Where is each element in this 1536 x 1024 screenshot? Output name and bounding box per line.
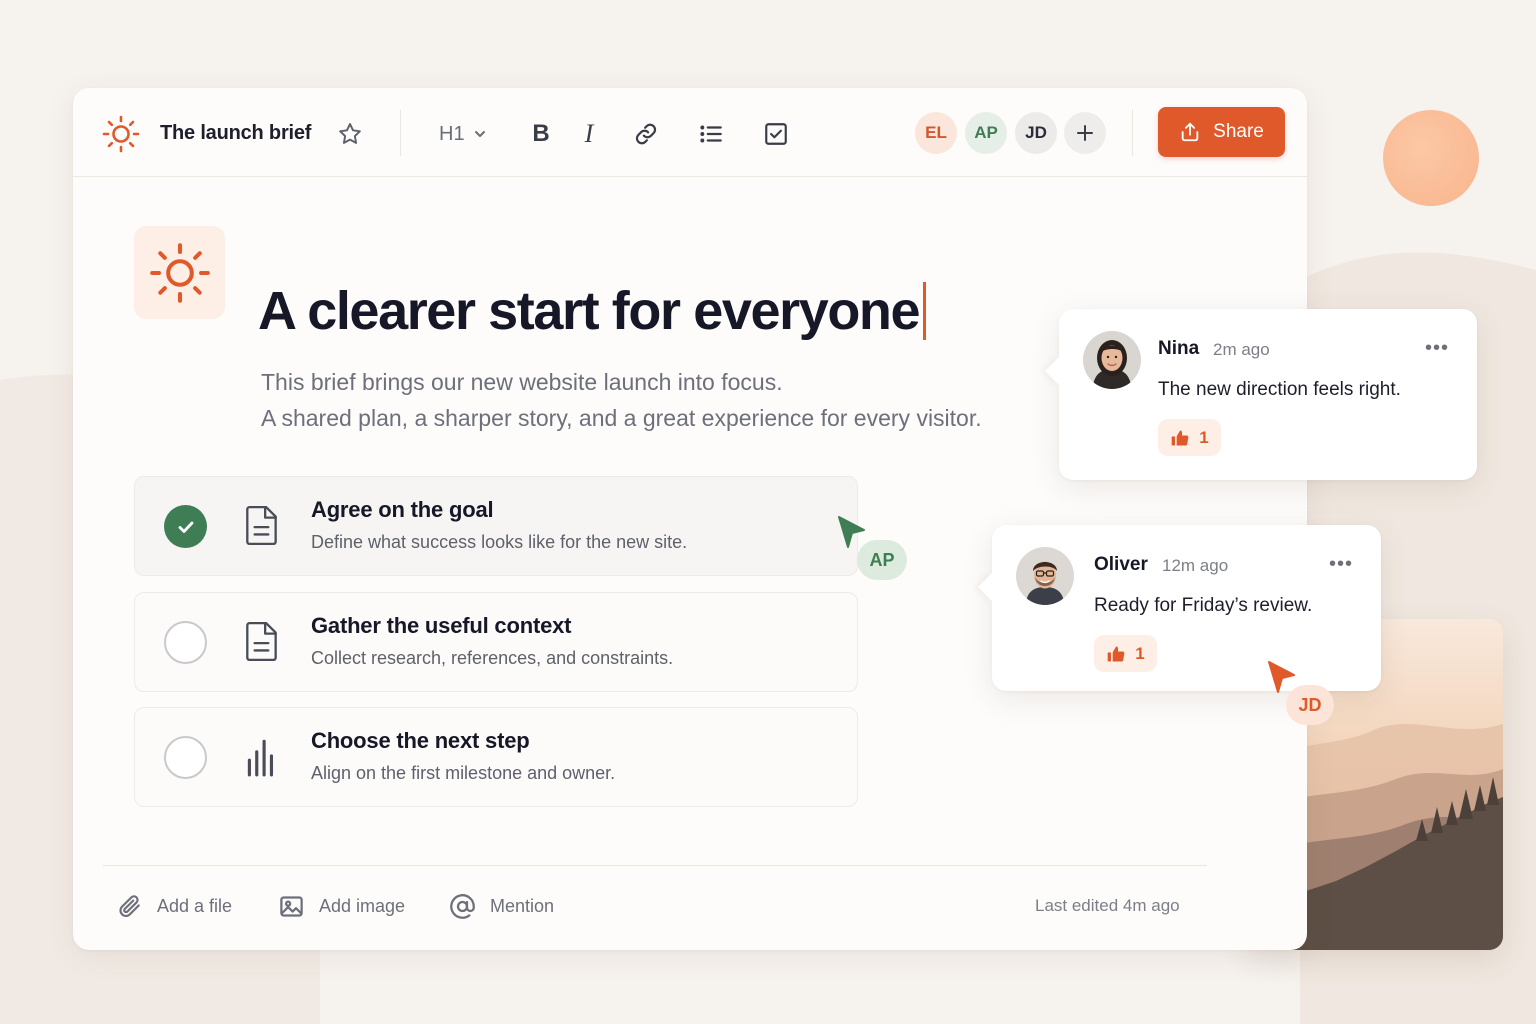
like-reaction-button[interactable]: 1: [1158, 419, 1221, 456]
task-description: Align on the first milestone and owner.: [311, 763, 616, 783]
task-item[interactable]: Choose the next step Align on the first …: [134, 707, 858, 807]
task-title: Agree on the goal: [311, 497, 494, 522]
page-title-text: A clearer start for everyone: [258, 281, 921, 341]
collaborator-avatar-el[interactable]: EL: [915, 112, 957, 154]
subtitle-line: A shared plan, a sharper story, and a gr…: [261, 405, 982, 431]
heading-level-select[interactable]: H1: [439, 117, 487, 151]
last-edited-status: Last edited 4m ago: [1035, 896, 1180, 915]
avatar: [1016, 547, 1074, 605]
add-image-button[interactable]: Add image: [278, 888, 405, 924]
document-icon: [246, 621, 277, 662]
task-checkbox-checked[interactable]: [164, 505, 207, 548]
like-reaction-button[interactable]: 1: [1094, 635, 1157, 672]
collaborator-avatar-ap[interactable]: AP: [965, 112, 1007, 154]
plus-icon: [1077, 125, 1093, 141]
comment-author: Nina: [1158, 338, 1200, 359]
document-icon: [246, 505, 277, 546]
document-card: The launch brief H1 B I EL AP JD Share A…: [73, 88, 1307, 950]
collaborator-avatar-jd[interactable]: JD: [1015, 112, 1057, 154]
paperclip-icon: [119, 895, 140, 917]
share-icon: [1181, 122, 1199, 142]
text-caret: [923, 282, 927, 340]
checkbox-icon[interactable]: [760, 118, 792, 150]
comment-card[interactable]: Nina 2m ago ••• The new direction feels …: [1059, 309, 1477, 480]
more-options-icon[interactable]: •••: [1329, 553, 1353, 576]
page-icon[interactable]: [134, 226, 225, 319]
bar-chart-icon: [247, 739, 274, 777]
toolbar: The launch brief H1 B I EL AP JD Share: [73, 88, 1307, 177]
star-icon[interactable]: [335, 119, 365, 149]
thumbs-up-icon: [1171, 430, 1189, 446]
task-checkbox[interactable]: [164, 621, 207, 664]
comment-author: Oliver: [1094, 554, 1148, 575]
at-sign-icon: [450, 893, 475, 919]
add-file-button[interactable]: Add a file: [117, 888, 232, 924]
thumbs-up-icon: [1107, 646, 1125, 662]
chevron-down-icon: [474, 131, 485, 137]
link-icon[interactable]: [630, 118, 662, 150]
share-label: Share: [1213, 121, 1264, 142]
page-subtitle[interactable]: This brief brings our new website launch…: [261, 364, 982, 436]
task-item[interactable]: Gather the useful context Collect resear…: [134, 592, 858, 692]
task-item[interactable]: Agree on the goal Define what success lo…: [134, 476, 858, 576]
document-title[interactable]: The launch brief: [160, 118, 311, 148]
footer-divider: [103, 865, 1207, 866]
page-title[interactable]: A clearer start for everyone: [258, 280, 927, 342]
like-count: 1: [1199, 427, 1209, 447]
cursor-label-ap: AP: [857, 540, 907, 580]
image-icon: [280, 895, 303, 917]
like-count: 1: [1135, 643, 1145, 663]
comment-card[interactable]: Oliver 12m ago ••• Ready for Friday’s re…: [992, 525, 1381, 691]
toolbar-divider: [400, 110, 401, 156]
task-checkbox[interactable]: [164, 736, 207, 779]
list-icon[interactable]: [695, 118, 727, 150]
bold-icon[interactable]: B: [525, 118, 557, 150]
share-button[interactable]: Share: [1158, 107, 1285, 157]
add-file-label: Add a file: [157, 895, 233, 916]
more-options-icon[interactable]: •••: [1425, 337, 1449, 360]
comment-text: The new direction feels right.: [1158, 379, 1401, 400]
task-description: Define what success looks like for the n…: [311, 532, 688, 552]
subtitle-line: This brief brings our new website launch…: [261, 369, 783, 395]
toolbar-divider: [1132, 110, 1133, 156]
cursor-label-jd: JD: [1286, 685, 1334, 725]
avatar: [1083, 331, 1141, 389]
comment-time: 2m ago: [1213, 340, 1270, 359]
heading-level-label: H1: [439, 122, 465, 145]
mention-button[interactable]: Mention: [449, 888, 554, 924]
task-title: Gather the useful context: [311, 613, 572, 638]
sun-icon: [149, 242, 210, 303]
italic-icon[interactable]: I: [573, 118, 605, 150]
task-title: Choose the next step: [311, 728, 530, 753]
comment-time: 12m ago: [1162, 556, 1229, 575]
add-collaborator-button[interactable]: [1064, 112, 1106, 154]
add-image-label: Add image: [319, 895, 406, 916]
sun-icon: [101, 114, 141, 154]
task-description: Collect research, references, and constr…: [311, 648, 674, 668]
comment-text: Ready for Friday’s review.: [1094, 595, 1313, 616]
mention-label: Mention: [490, 895, 555, 916]
checkmark-icon: [178, 521, 193, 533]
decorative-circle: [1383, 110, 1479, 206]
